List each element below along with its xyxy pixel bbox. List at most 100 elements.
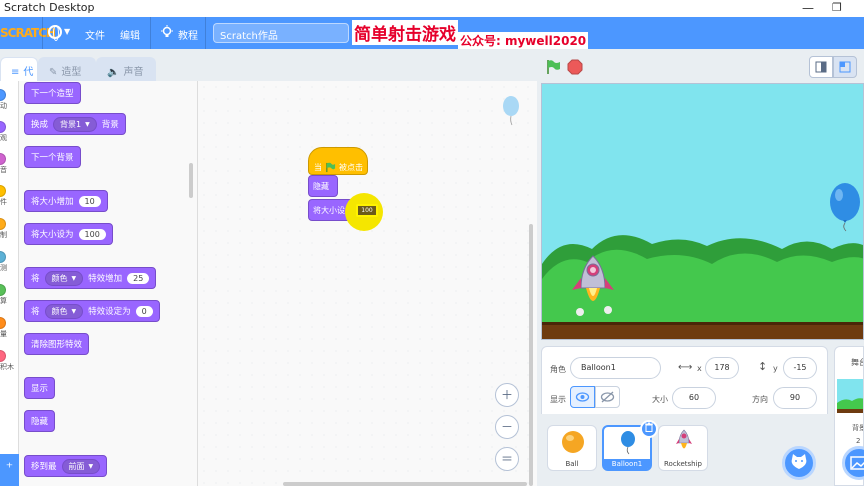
chevron-down-icon: ▼ <box>85 120 90 128</box>
change-effect-block[interactable]: 将 颜色 ▼ 特效增加 25 <box>24 267 157 289</box>
direction-label: 方向 <box>752 395 768 404</box>
category-label: 测 <box>0 264 7 272</box>
file-menu[interactable]: 文件 <box>85 27 105 42</box>
category-dot <box>0 251 6 263</box>
show-sprite-button[interactable] <box>570 386 595 408</box>
backdrop-dropdown[interactable]: 背景1 ▼ <box>53 116 97 132</box>
switch-backdrop-block[interactable]: 换成 背景1 ▼ 背景 <box>24 113 126 135</box>
menu-separator <box>42 17 43 49</box>
change-size-block[interactable]: 将大小增加 10 <box>24 190 108 212</box>
category-dot <box>0 317 6 329</box>
y-arrow-icon: ↕ <box>758 360 768 373</box>
small-stage-button[interactable] <box>809 56 833 78</box>
category-dot <box>0 284 6 296</box>
direction-input[interactable]: 90 <box>773 387 817 409</box>
block-label: 隐藏 <box>31 417 49 427</box>
set-effect-input[interactable]: 0 <box>135 305 153 317</box>
block-label: 将大小增加 <box>31 197 74 207</box>
menu-separator <box>205 17 206 49</box>
tab-sounds-label: 声音 <box>123 67 144 78</box>
block-label: 清除图形特效 <box>31 340 83 350</box>
category-dot <box>0 350 6 362</box>
add-backdrop-button[interactable] <box>842 446 864 480</box>
x-input[interactable]: 178 <box>705 357 739 379</box>
tab-costumes[interactable]: ✎ 造型 <box>38 57 96 81</box>
balloon-thumbnail <box>621 431 635 455</box>
sprite-name-label: 角色 <box>550 365 566 374</box>
eye-slash-icon <box>600 391 615 403</box>
hide-block[interactable]: 隐藏 <box>24 410 56 432</box>
category-label: 件 <box>0 198 7 206</box>
set-size-input[interactable]: 100 <box>78 228 106 240</box>
window-titlebar: Scratch Desktop — ❐ <box>0 0 864 17</box>
zoom-in-button[interactable]: ＋ <box>495 383 519 407</box>
green-flag-icon[interactable] <box>545 59 561 75</box>
size-input[interactable]: 60 <box>672 387 716 409</box>
palette-scrollbar[interactable] <box>189 163 193 198</box>
green-flag-icon <box>326 162 336 173</box>
speaker-icon: 🔈 <box>107 67 120 78</box>
lightbulb-icon[interactable] <box>160 25 174 39</box>
effect-dropdown[interactable]: 颜色 ▼ <box>44 270 84 286</box>
sprite-tile-rocketship[interactable]: Rocketship <box>658 425 708 471</box>
sprite-name: Balloon1 <box>604 459 650 469</box>
rocketship-sprite[interactable] <box>570 254 616 320</box>
chevron-down-icon: ▼ <box>71 274 77 282</box>
x-arrow-icon: ⟷ <box>678 362 693 373</box>
code-icon: ≡ <box>11 67 20 78</box>
clear-effects-block[interactable]: 清除图形特效 <box>24 333 90 355</box>
sprite-thumbnail-balloon-icon <box>503 96 519 126</box>
zoom-out-button[interactable]: － <box>495 415 519 439</box>
zoom-reset-button[interactable]: ＝ <box>495 447 519 471</box>
when-flag-clicked-block[interactable]: 当 被点击 <box>308 147 368 175</box>
edit-menu[interactable]: 编辑 <box>120 27 140 42</box>
go-to-layer-block[interactable]: 移到最 前面 ▼ <box>24 455 108 477</box>
hide-script-block[interactable]: 隐藏 <box>308 175 338 197</box>
dropdown-value: 颜色 <box>51 306 68 316</box>
show-block[interactable]: 显示 <box>24 377 56 399</box>
rocketship-thumbnail <box>676 429 692 449</box>
delete-sprite-button[interactable] <box>640 420 658 438</box>
minimize-icon[interactable]: — <box>802 1 814 15</box>
next-backdrop-block[interactable]: 下一个背景 <box>24 146 81 168</box>
chevron-down-icon: ▼ <box>88 462 94 470</box>
cat-face-icon <box>791 454 807 469</box>
hide-sprite-button[interactable] <box>595 386 620 408</box>
set-size-block[interactable]: 将大小设为 100 <box>24 223 113 245</box>
script-horizontal-scrollbar[interactable] <box>283 482 527 486</box>
scratch-logo[interactable]: SCRATCH <box>0 26 56 40</box>
stage[interactable] <box>541 83 864 340</box>
set-size-script-input[interactable]: 100 <box>356 204 378 217</box>
tab-code[interactable]: ≡代码 <box>0 57 38 93</box>
x-label: x <box>697 364 702 373</box>
change-effect-input[interactable]: 25 <box>127 272 150 284</box>
large-stage-button[interactable] <box>833 56 857 78</box>
sprite-tile-ball[interactable]: Ball <box>547 425 597 471</box>
restore-icon[interactable]: ❐ <box>832 1 842 14</box>
add-sprite-button[interactable] <box>782 446 816 480</box>
set-effect-block[interactable]: 将 颜色 ▼ 特效设定为 0 <box>24 300 160 322</box>
project-title-input[interactable]: Scratch作品 <box>213 23 349 43</box>
y-input[interactable]: -15 <box>783 357 817 379</box>
size-label: 大小 <box>652 395 668 404</box>
tutorials-menu[interactable]: 教程 <box>178 27 198 42</box>
dropdown-value: 前面 <box>68 461 85 471</box>
stage-label: 舞台 <box>851 358 863 367</box>
balloon-sprite[interactable] <box>828 182 862 232</box>
add-extension-button[interactable]: ⁺ <box>0 454 19 486</box>
globe-icon[interactable] <box>48 25 62 41</box>
layer-dropdown[interactable]: 前面 ▼ <box>61 458 101 474</box>
category-label: 算 <box>0 297 7 305</box>
next-costume-block[interactable]: 下一个造型 <box>24 82 81 104</box>
category-label: 音 <box>0 166 7 174</box>
effect-dropdown[interactable]: 颜色 ▼ <box>44 303 84 319</box>
block-label: 移到最 <box>31 462 57 472</box>
script-vertical-scrollbar[interactable] <box>529 224 533 486</box>
chevron-down-icon[interactable]: ▼ <box>64 27 70 36</box>
sprite-name-input[interactable]: Balloon1 <box>570 357 661 379</box>
category-label: 量 <box>0 330 7 338</box>
script-area[interactable] <box>198 81 537 486</box>
tab-sounds[interactable]: 🔈 声音 <box>96 57 156 81</box>
stop-icon[interactable] <box>567 59 583 75</box>
change-size-input[interactable]: 10 <box>78 195 101 207</box>
